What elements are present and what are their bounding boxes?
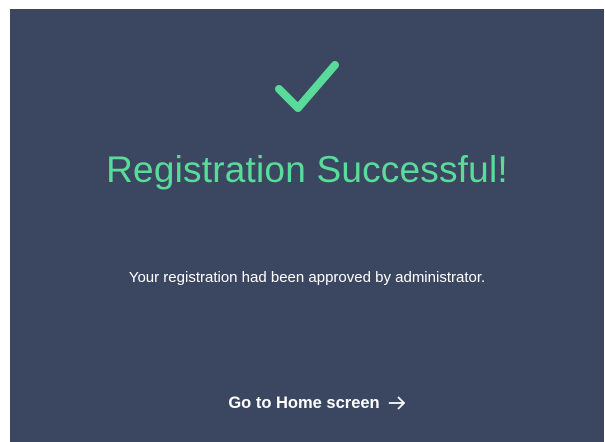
registration-success-panel: Registration Successful! Your registrati… — [10, 9, 604, 442]
success-check — [10, 56, 604, 118]
checkmark-icon — [275, 61, 339, 112]
go-home-label: Go to Home screen — [228, 393, 380, 412]
success-title: Registration Successful! — [106, 149, 508, 190]
approval-message: Your registration had been approved by a… — [128, 269, 486, 286]
arrow-right-icon — [388, 396, 406, 410]
go-home-link[interactable]: Go to Home screen — [202, 389, 432, 417]
